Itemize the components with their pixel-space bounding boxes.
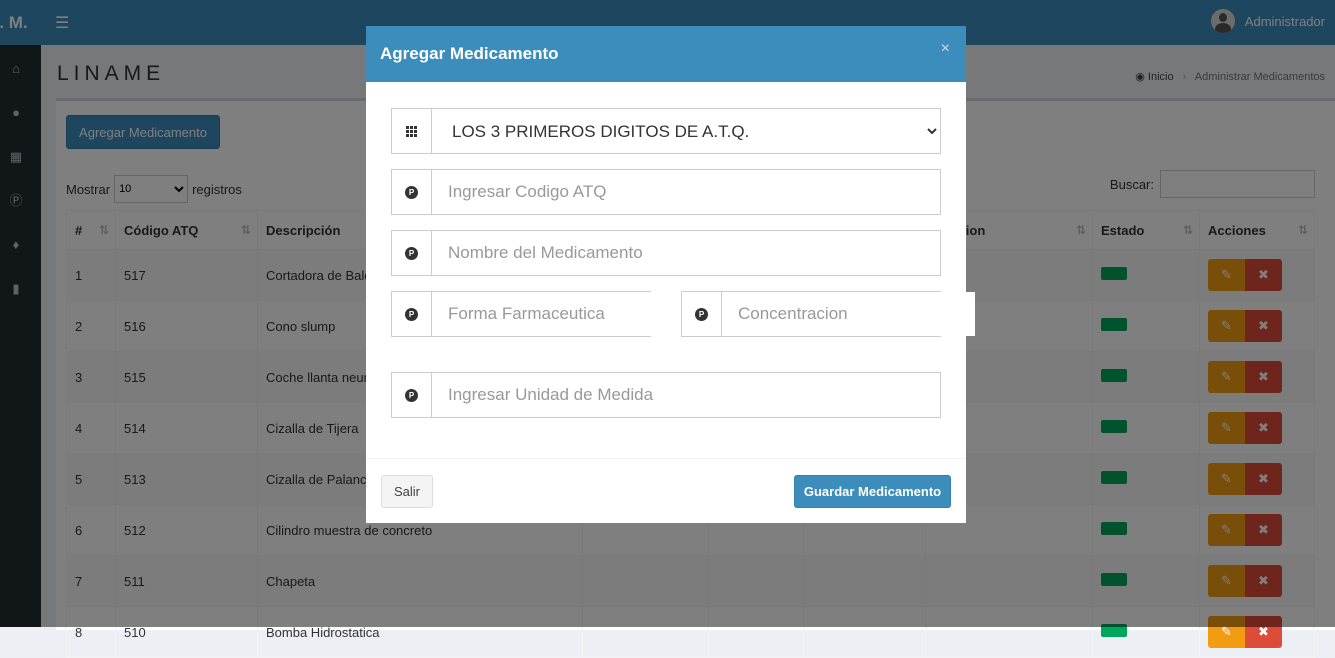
nombre-medicamento-input[interactable] xyxy=(432,231,940,275)
unidad-group: P xyxy=(391,372,941,418)
save-medication-button[interactable]: Guardar Medicamento xyxy=(794,475,951,508)
codigo-atq-input[interactable] xyxy=(432,170,940,214)
modal-header: Agregar Medicamento × xyxy=(366,26,966,82)
forma-farmaceutica-input[interactable] xyxy=(432,292,685,336)
modal-title: Agregar Medicamento xyxy=(380,44,559,63)
product-icon: P xyxy=(405,246,418,260)
product-icon: P xyxy=(405,388,418,402)
forma-group: P xyxy=(391,291,685,337)
atq-select-group: LOS 3 PRIMEROS DIGITOS DE A.T.Q. xyxy=(391,108,941,154)
atq-prefix-select[interactable]: LOS 3 PRIMEROS DIGITOS DE A.T.Q. xyxy=(432,109,940,153)
unidad-medida-input[interactable] xyxy=(432,373,940,417)
product-icon: P xyxy=(405,185,418,199)
th-icon xyxy=(392,109,432,153)
add-medication-modal: Agregar Medicamento × LOS 3 PRIMEROS DIG… xyxy=(366,26,975,524)
codigo-group: P xyxy=(391,169,941,215)
product-icon: P xyxy=(405,307,418,321)
modal-footer: Salir Guardar Medicamento xyxy=(366,458,966,524)
concentracion-input[interactable] xyxy=(722,292,975,336)
close-icon[interactable]: × xyxy=(941,40,950,58)
product-icon: P xyxy=(695,307,708,321)
exit-button[interactable]: Salir xyxy=(381,475,433,508)
concentracion-group: P xyxy=(681,291,975,337)
nombre-group: P xyxy=(391,230,941,276)
